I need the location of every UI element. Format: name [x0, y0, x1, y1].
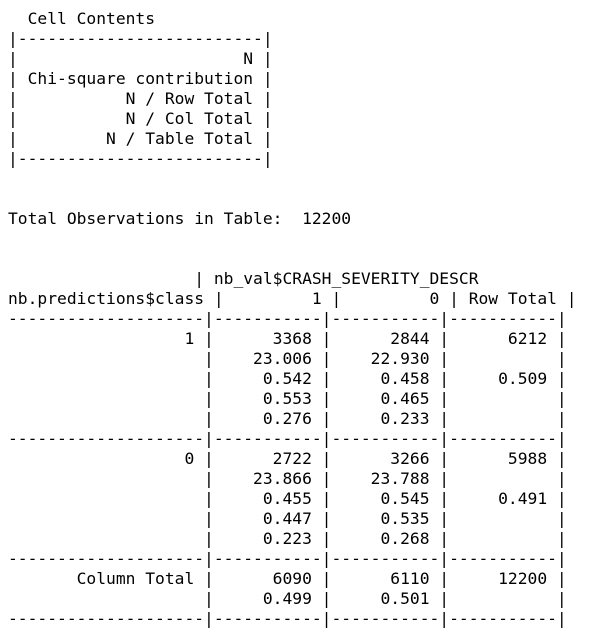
console-line: | N / Table Total |: [8, 129, 273, 148]
console-line: | 23.006 | 22.930 | |: [8, 349, 567, 368]
console-line: | nb_val$CRASH_SEVERITY_DESCR: [8, 269, 479, 288]
console-line: 0 | 2722 | 3266 | 5988 |: [8, 449, 567, 468]
console-line: | 0.455 | 0.545 | 0.491 |: [8, 489, 567, 508]
console-line: Total Observations in Table: 12200: [8, 209, 352, 228]
console-line: | 0.553 | 0.465 | |: [8, 389, 567, 408]
console-line: | 0.276 | 0.233 | |: [8, 409, 567, 428]
console-line: | 0.542 | 0.458 | 0.509 |: [8, 369, 567, 388]
console-line: | N / Row Total |: [8, 89, 273, 108]
console-line: |-------------------------|: [8, 149, 273, 168]
console-line: nb.predictions$class | 1 | 0 | Row Total…: [8, 289, 577, 308]
console-output: Cell Contents |-------------------------|…: [8, 9, 577, 629]
console-line: | 0.499 | 0.501 | |: [8, 589, 567, 608]
console-line: Column Total | 6090 | 6110 | 12200 |: [8, 569, 567, 588]
console-line: --------------------|-----------|-------…: [8, 549, 567, 568]
console-line: --------------------|-----------|-------…: [8, 609, 567, 628]
console-line: --------------------|-----------|-------…: [8, 309, 567, 328]
console-line: 1 | 3368 | 2844 | 6212 |: [8, 329, 567, 348]
console-line: | 0.447 | 0.535 | |: [8, 509, 567, 528]
console-line: |-------------------------|: [8, 29, 273, 48]
console-line: | N |: [8, 49, 273, 68]
console-line: | 0.223 | 0.268 | |: [8, 529, 567, 548]
console-line: --------------------|-----------|-------…: [8, 429, 567, 448]
console-line: | Chi-square contribution |: [8, 69, 273, 88]
console-line: Cell Contents: [8, 9, 156, 28]
console-line: | 23.866 | 23.788 | |: [8, 469, 567, 488]
console-line: | N / Col Total |: [8, 109, 273, 128]
